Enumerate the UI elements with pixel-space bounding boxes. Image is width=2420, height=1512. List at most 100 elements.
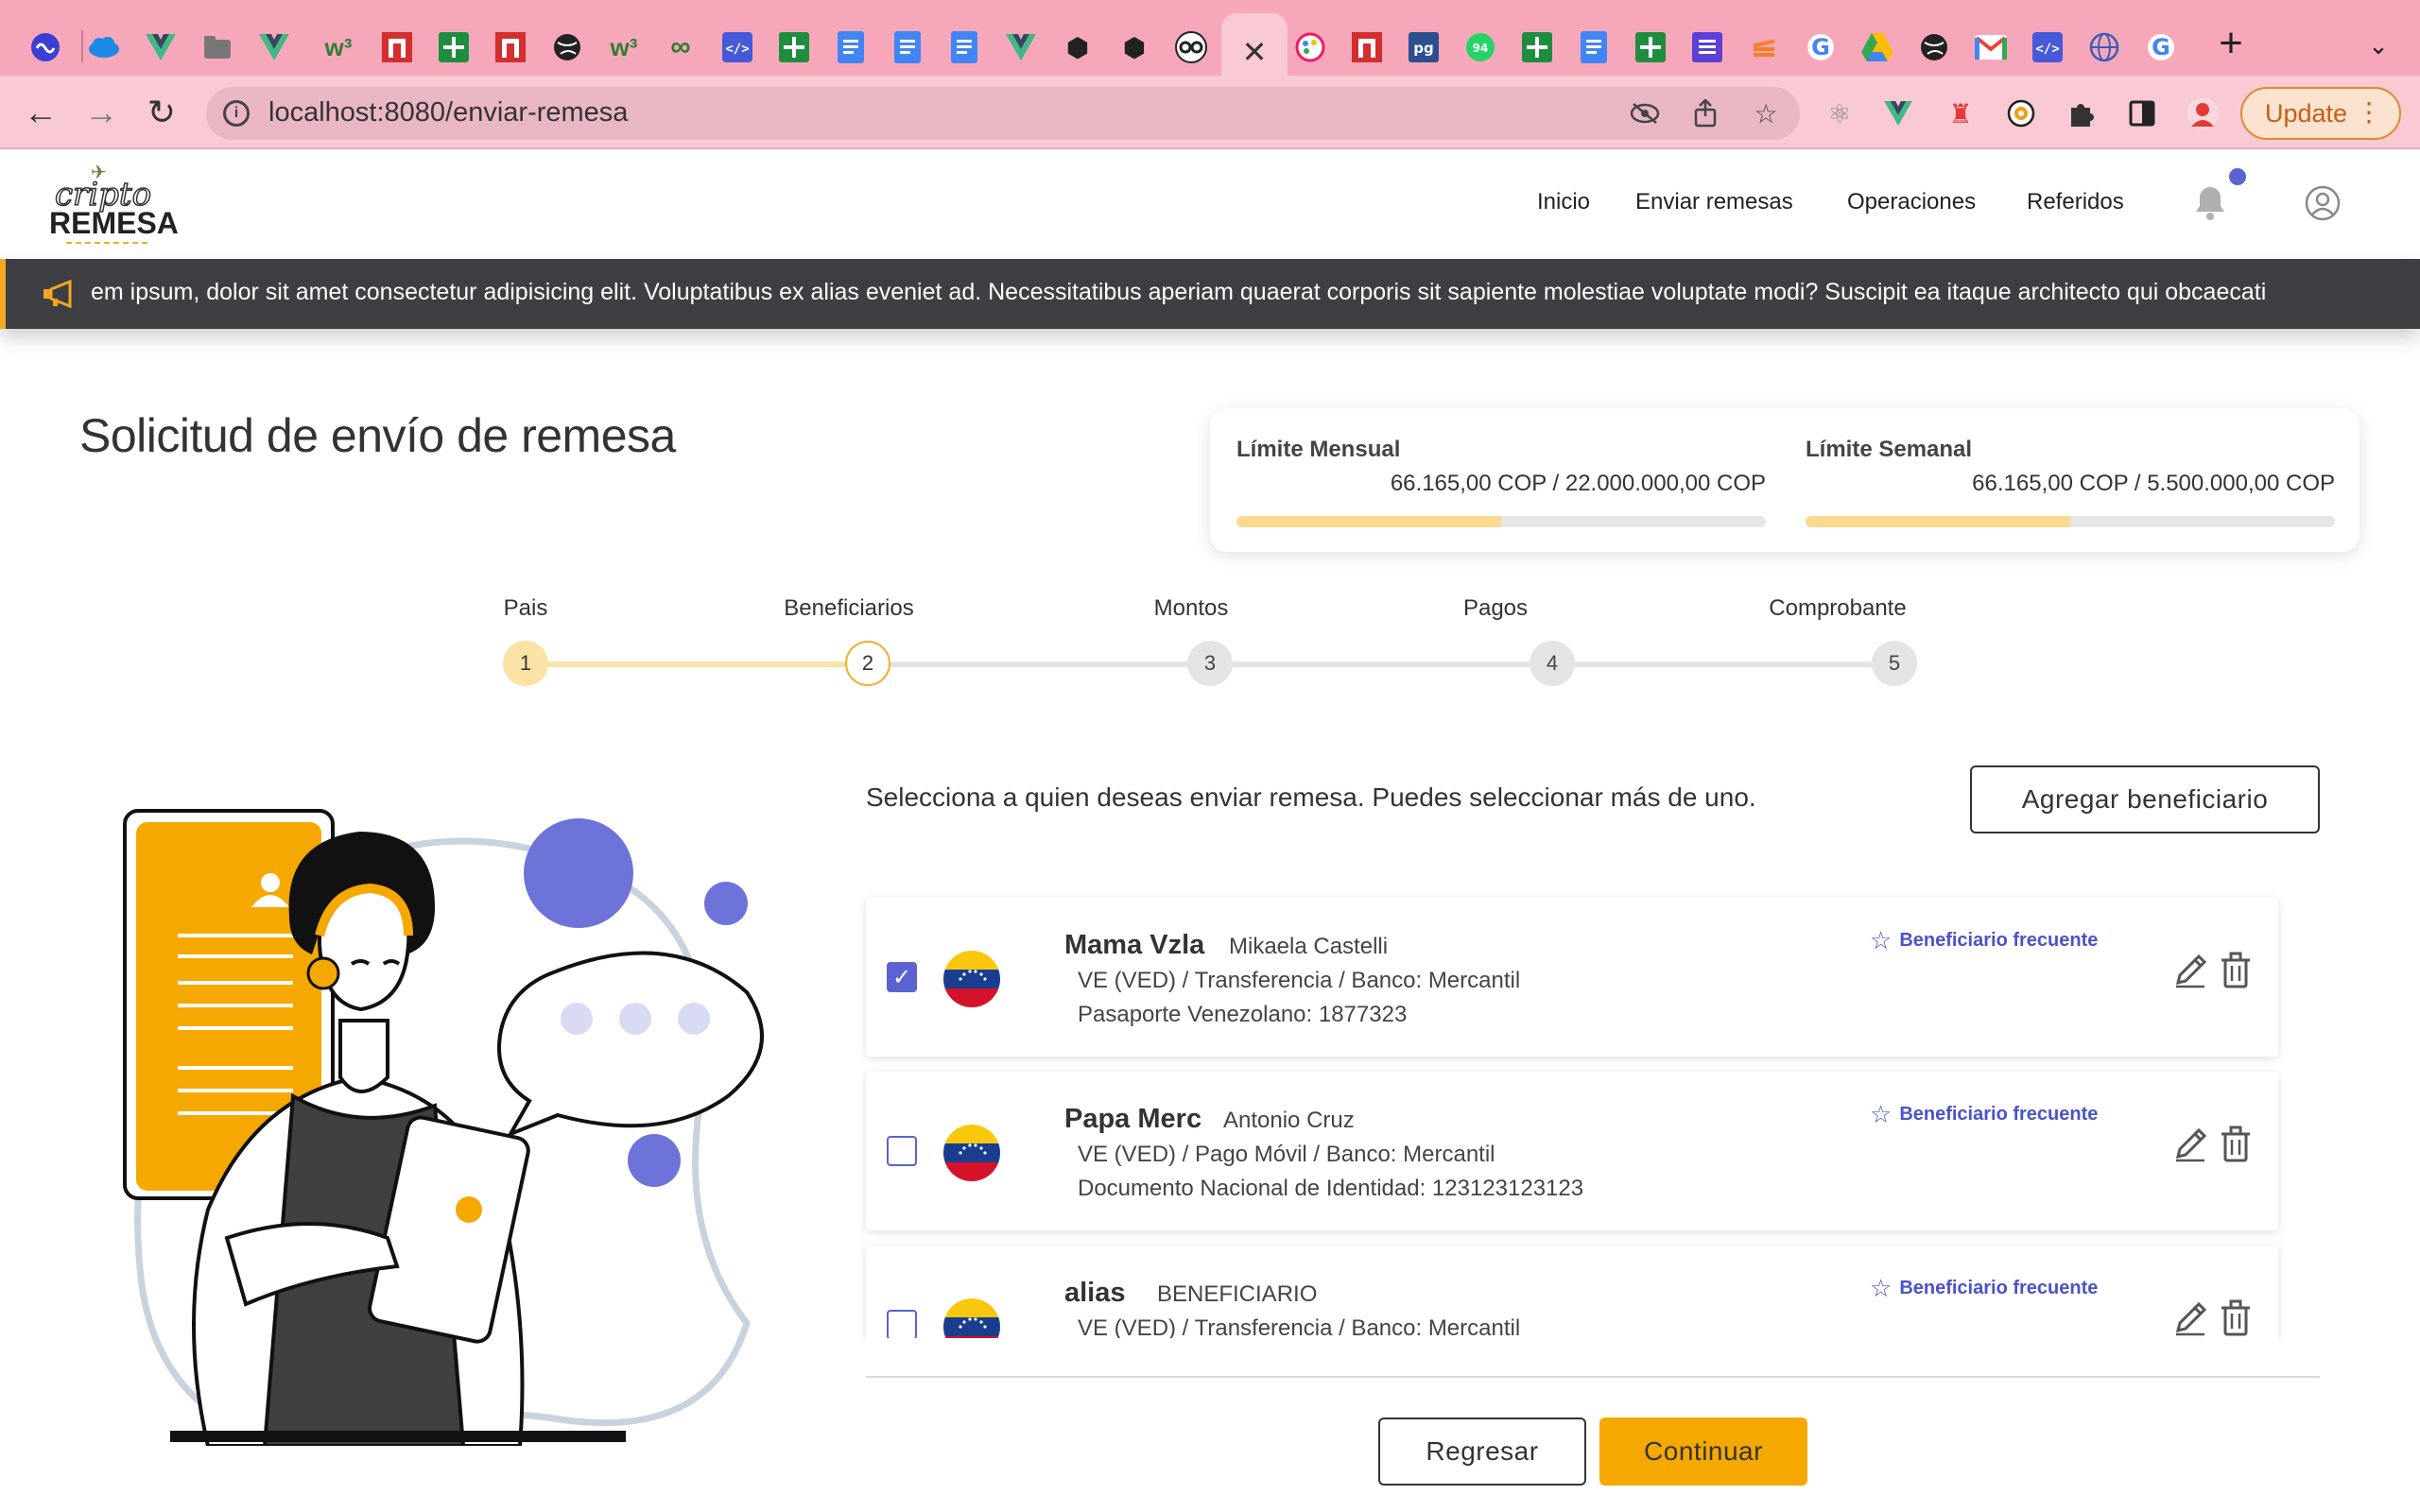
back-button[interactable]: Regresar <box>1378 1418 1586 1486</box>
nav-operaciones[interactable]: Operaciones <box>1847 189 1976 215</box>
nav-enviar-remesas[interactable]: Enviar remesas <box>1635 189 1793 215</box>
react-devtools-icon[interactable]: ⚛ <box>1819 93 1860 134</box>
tab-plus-sheet-icon[interactable] <box>771 25 817 70</box>
beneficiary-name: Antonio Cruz <box>1223 1108 1355 1133</box>
tab-vue-icon[interactable] <box>251 25 297 70</box>
beneficiary-checkbox[interactable] <box>887 1310 917 1338</box>
delete-trash-icon[interactable] <box>2220 951 2252 988</box>
tab-n-icon[interactable] <box>1344 25 1390 70</box>
tab-plus-sheet-icon[interactable] <box>431 25 476 70</box>
beneficiary-id-info: Documento Nacional de Identidad: 1231231… <box>1078 1176 1584 1201</box>
site-info-icon[interactable]: i <box>223 100 250 127</box>
tab-n-icon[interactable] <box>488 25 533 70</box>
bookmark-star-icon[interactable]: ☆ <box>1747 94 1785 132</box>
profile-avatar-icon[interactable] <box>2182 93 2223 134</box>
user-account-icon[interactable] <box>2305 185 2341 221</box>
tab-globe-icon[interactable] <box>1911 25 1957 70</box>
beneficiary-checkbox[interactable] <box>887 1136 917 1166</box>
target-extension-icon[interactable] <box>2000 93 2042 134</box>
delete-trash-icon[interactable] <box>2220 1298 2252 1336</box>
forward-arrow-icon[interactable]: → <box>78 89 125 136</box>
svg-text:94: 94 <box>1473 42 1489 55</box>
tab-stack-icon[interactable] <box>1741 25 1787 70</box>
tab-doc-icon[interactable] <box>885 25 930 70</box>
address-url[interactable]: localhost:8080/enviar-remesa <box>268 97 628 129</box>
frequent-label: Beneficiario frecuente <box>1899 1104 2099 1125</box>
tab-google-icon[interactable]: G <box>1798 25 1843 70</box>
tab-n-icon[interactable] <box>374 25 420 70</box>
tab-glasses-icon[interactable] <box>1168 25 1214 70</box>
nav-inicio[interactable]: Inicio <box>1537 189 1590 215</box>
eye-slash-icon[interactable] <box>1626 94 1664 132</box>
add-beneficiary-button[interactable]: Agregar beneficiario <box>1970 765 2320 833</box>
beneficiary-card[interactable]: ✓ Mama Vzla Mikaela Castelli VE (VED) / … <box>866 898 2278 1057</box>
tab-cube-icon[interactable]: ⬢ <box>1055 25 1100 70</box>
tab-plus-sheet-icon[interactable] <box>1628 25 1673 70</box>
tab-pg-icon[interactable]: pg <box>1401 25 1446 70</box>
side-panel-icon[interactable] <box>2121 93 2163 134</box>
beneficiary-payment-info: VE (VED) / Transferencia / Banco: Mercan… <box>1078 1315 1521 1338</box>
tab-infinity-icon[interactable]: ∞ <box>658 25 703 70</box>
frequent-beneficiary-tag[interactable]: ☆ Beneficiario frecuente <box>1870 926 2098 955</box>
star-outline-icon: ☆ <box>1870 1274 1893 1302</box>
tab-drive-icon[interactable] <box>1855 25 1900 70</box>
new-tab-plus-icon[interactable]: + <box>2208 20 2254 66</box>
browser-update-button[interactable]: Update ⋮ <box>2240 87 2401 140</box>
svg-text:pg: pg <box>1413 40 1433 57</box>
beneficiary-alias: Papa Merc <box>1064 1104 1202 1134</box>
beneficiary-checkbox[interactable]: ✓ <box>887 962 917 992</box>
tab-cube-icon[interactable]: ⬢ <box>1112 25 1157 70</box>
tab-plus-sheet-icon[interactable] <box>1514 25 1560 70</box>
beneficiary-list[interactable]: ✓ Mama Vzla Mikaela Castelli VE (VED) / … <box>851 888 2288 1338</box>
reload-icon[interactable]: ↻ <box>138 89 185 136</box>
step-label-pais: Pais <box>503 595 548 621</box>
tab-doc-icon[interactable] <box>828 25 873 70</box>
vue-devtools-icon[interactable] <box>1877 93 1919 134</box>
tab-cloud-icon[interactable] <box>42 25 87 70</box>
tab-search-chevron-icon[interactable]: ⌄ <box>2356 23 2401 68</box>
tab-code-icon[interactable]: </> <box>715 25 760 70</box>
continue-button[interactable]: Continuar <box>1599 1418 1807 1486</box>
extensions-puzzle-icon[interactable] <box>2061 93 2102 134</box>
step-2-dot[interactable]: 2 <box>845 641 890 686</box>
delete-trash-icon[interactable] <box>2220 1125 2252 1162</box>
weekly-limit-value: 66.165,00 COP / 5.500.000,00 COP <box>1972 471 2335 496</box>
tab-vue-icon[interactable] <box>138 25 183 70</box>
step-1-dot[interactable]: 1 <box>503 641 548 686</box>
beneficiary-card[interactable]: alias BENEFICIARIO VE (VED) / Transferen… <box>866 1246 2278 1338</box>
tab-globe-icon[interactable] <box>544 25 590 70</box>
beneficiary-card[interactable]: Papa Merc Antonio Cruz VE (VED) / Pago M… <box>866 1072 2278 1230</box>
tab-doc-icon[interactable] <box>942 25 987 70</box>
tab-palette-icon[interactable] <box>1288 25 1333 70</box>
woman-with-tablet-illustration <box>123 809 764 1446</box>
tab-gmail-icon[interactable] <box>1968 25 2014 70</box>
svg-text:G: G <box>2152 34 2170 60</box>
frequent-label: Beneficiario frecuente <box>1899 930 2099 951</box>
notification-bell-icon[interactable] <box>2191 183 2229 221</box>
frequent-beneficiary-tag[interactable]: ☆ Beneficiario frecuente <box>1870 1274 2098 1303</box>
edit-pencil-icon[interactable] <box>2170 1298 2210 1338</box>
back-arrow-icon[interactable]: ← <box>17 89 64 136</box>
share-icon[interactable] <box>1686 94 1724 132</box>
weekly-limit-label: Límite Semanal <box>1806 437 1973 462</box>
tab-doc-icon[interactable] <box>1571 25 1616 70</box>
lighthouse-icon[interactable]: ♜ <box>1940 93 1981 134</box>
tab-w3-icon[interactable]: w³ <box>316 25 361 70</box>
tab-vue-icon[interactable] <box>998 25 1044 70</box>
tab-code-icon[interactable]: </> <box>2025 25 2070 70</box>
announcement-ticker: em ipsum, dolor sit amet consectetur adi… <box>0 259 2420 329</box>
step-label-montos: Montos <box>1153 595 1229 621</box>
edit-pencil-icon[interactable] <box>2170 1125 2210 1164</box>
edit-pencil-icon[interactable] <box>2170 951 2210 990</box>
tab-google-icon[interactable]: G <box>2138 25 2184 70</box>
star-outline-icon: ☆ <box>1870 1100 1893 1128</box>
tab-list-icon[interactable] <box>1685 25 1730 70</box>
tab-chat-icon[interactable]: 94 <box>1458 25 1503 70</box>
tab-w3-icon[interactable]: w³ <box>601 25 647 70</box>
tab-cloud-icon[interactable] <box>81 25 127 70</box>
tab-world-icon[interactable] <box>2082 25 2127 70</box>
venezuela-flag-icon <box>943 951 1000 1007</box>
nav-referidos[interactable]: Referidos <box>2027 189 2124 215</box>
tab-folder-icon[interactable] <box>195 25 240 70</box>
frequent-beneficiary-tag[interactable]: ☆ Beneficiario frecuente <box>1870 1100 2098 1129</box>
